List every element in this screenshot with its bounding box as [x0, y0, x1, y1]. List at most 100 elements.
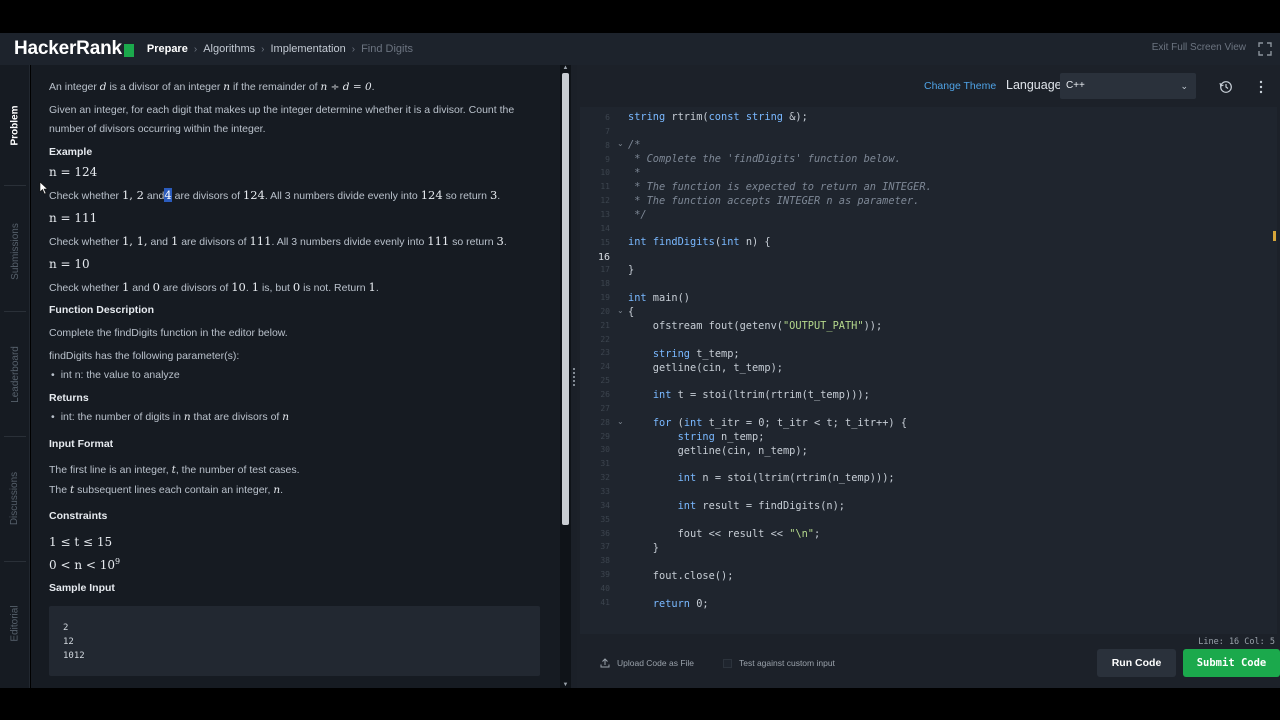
- expand-icon[interactable]: [1258, 42, 1272, 56]
- breadcrumb-algorithms[interactable]: Algorithms: [203, 43, 255, 55]
- fold-toggle-icon[interactable]: ⌄: [617, 306, 624, 315]
- returns-item: • int: the number of digits in n that are…: [51, 410, 289, 425]
- problem-pane: An integer d is a divisor of an integer …: [31, 65, 560, 688]
- line-number: 6: [605, 113, 610, 122]
- returns-heading: Returns: [49, 392, 89, 404]
- math-value: 1: [368, 280, 376, 294]
- math-n: n: [183, 411, 191, 423]
- line-number: 11: [600, 182, 610, 192]
- line-number: 35: [600, 514, 610, 524]
- code-line: }: [628, 264, 635, 276]
- code-editor[interactable]: 6 7 8 9 10 11 12 13 14 15 16 17 18 19 20 21 22 23 24 25 26 27…: [580, 107, 1277, 634]
- text: are divisors of: [181, 236, 247, 248]
- tab-discussions-label: Discussions: [9, 471, 21, 525]
- breadcrumb-prepare[interactable]: Prepare: [147, 43, 188, 55]
- upload-label: Upload Code as File: [617, 658, 695, 668]
- text: is, but: [261, 282, 290, 294]
- change-theme-link[interactable]: Change Theme: [924, 80, 996, 92]
- fold-toggle-icon[interactable]: ⌄: [617, 417, 624, 426]
- parameter-item: int n: the value to analyze: [51, 368, 180, 383]
- line-number: 29: [600, 431, 610, 441]
- math-value: 111: [427, 234, 450, 248]
- tab-leaderboard-label: Leaderboard: [9, 345, 21, 403]
- language-select[interactable]: C++ ⌄: [1060, 73, 1196, 99]
- text: so return: [452, 236, 494, 248]
- scroll-down-icon[interactable]: ▼: [562, 682, 569, 688]
- line-number: 21: [600, 320, 610, 330]
- math-value: 0: [292, 280, 301, 294]
- tab-editorial[interactable]: Editorial: [0, 563, 30, 683]
- run-code-button[interactable]: Run Code: [1097, 649, 1176, 677]
- math-value: 10: [231, 280, 246, 294]
- custom-input-toggle[interactable]: Test against custom input: [723, 658, 835, 668]
- code-line: ofstream fout(getenv("OUTPUT_PATH"));: [628, 320, 883, 332]
- fold-toggle-icon[interactable]: ⌄: [617, 139, 624, 148]
- line-number: 36: [600, 528, 610, 538]
- code-line: getline(cin, n_temp);: [628, 445, 808, 457]
- scrollbar-thumb[interactable]: [562, 73, 569, 525]
- math-value: 1: [121, 280, 130, 294]
- text: , the number of test cases.: [175, 464, 300, 476]
- logo-text: HackerRank: [14, 38, 122, 59]
- sample-line: 1012: [63, 651, 85, 661]
- tab-submissions[interactable]: Submissions: [0, 191, 30, 311]
- example-3-n: n = 10: [49, 257, 90, 271]
- line-number: 34: [600, 500, 610, 510]
- code-line: }: [628, 542, 659, 554]
- line-number: 30: [600, 445, 610, 455]
- text: Check whether: [49, 190, 120, 202]
- intro-text: is a divisor of an integer: [109, 81, 221, 93]
- chevron-right-icon: ›: [261, 43, 265, 55]
- period: .: [371, 81, 375, 93]
- line-number: 18: [600, 279, 610, 289]
- tab-leaderboard[interactable]: Leaderboard: [0, 314, 30, 434]
- upload-icon: [600, 658, 610, 668]
- upload-code-button[interactable]: Upload Code as File: [600, 658, 694, 668]
- tab-discussions[interactable]: Discussions: [0, 438, 30, 558]
- constraint-1: 1 ≤ t ≤ 15: [49, 535, 113, 549]
- line-number: 31: [600, 459, 610, 469]
- text: are divisors of: [162, 282, 229, 294]
- custom-input-checkbox[interactable]: [723, 658, 732, 668]
- text: Check whether: [49, 282, 120, 294]
- math-value: 0: [152, 280, 160, 294]
- editor-scrollbar[interactable]: [1272, 107, 1277, 634]
- scroll-up-icon[interactable]: ▲: [562, 65, 569, 71]
- line-number: 14: [600, 223, 610, 233]
- hackerrank-logo[interactable]: HackerRank: [14, 38, 134, 60]
- code-line: int n = stoi(ltrim(rtrim(n_temp)));: [677, 472, 895, 484]
- logo-mark-icon: [123, 43, 134, 57]
- text: is not. Return: [303, 282, 366, 294]
- line-number-gutter: 6 7 8 9 10 11 12 13 14 15 16 17 18 19 20 21 22 23 24 25 26 27…: [580, 107, 612, 634]
- exit-full-screen-link[interactable]: Exit Full Screen View: [1152, 42, 1246, 53]
- line-number: 32: [600, 473, 610, 483]
- input-format-heading: Input Format: [49, 438, 114, 450]
- more-vertical-icon[interactable]: [1258, 80, 1264, 94]
- submit-code-button[interactable]: Submit Code: [1183, 649, 1280, 677]
- problem-scrollbar[interactable]: ▲ ▼: [560, 65, 571, 688]
- text: 0 < n < 10: [49, 558, 115, 572]
- breadcrumb-implementation[interactable]: Implementation: [271, 43, 346, 55]
- code-line: string t_temp;: [652, 348, 740, 360]
- code-line: fout << result << "\n";: [628, 528, 821, 540]
- text: and: [146, 190, 165, 202]
- example-heading: Example: [49, 146, 93, 158]
- line-number: 17: [600, 265, 610, 275]
- code-line: for (int t_itr = 0; t_itr < t; t_itr++) …: [652, 417, 908, 429]
- history-icon[interactable]: [1219, 80, 1233, 94]
- line-number: 19: [600, 293, 610, 303]
- chevron-right-icon: ›: [351, 43, 356, 55]
- top-navbar: HackerRank Prepare › Algorithms › Implem…: [0, 33, 1280, 65]
- math-n: n: [282, 411, 290, 423]
- code-line: * The function is expected to return an …: [628, 181, 932, 193]
- math-value: 111: [249, 234, 272, 248]
- tab-divider: [4, 436, 26, 437]
- editor-actions: Upload Code as File Test against custom …: [577, 640, 1280, 688]
- code-line: return 0;: [652, 598, 709, 610]
- language-label: Language: [1006, 78, 1062, 92]
- intro-text: if the remainder of: [232, 81, 318, 93]
- tab-problem[interactable]: Problem: [0, 65, 30, 185]
- line-number: 7: [605, 126, 610, 136]
- code-line: int result = findDigits(n);: [677, 500, 846, 512]
- code-content[interactable]: string rtrim(const string &); /* * Compl…: [628, 107, 1268, 634]
